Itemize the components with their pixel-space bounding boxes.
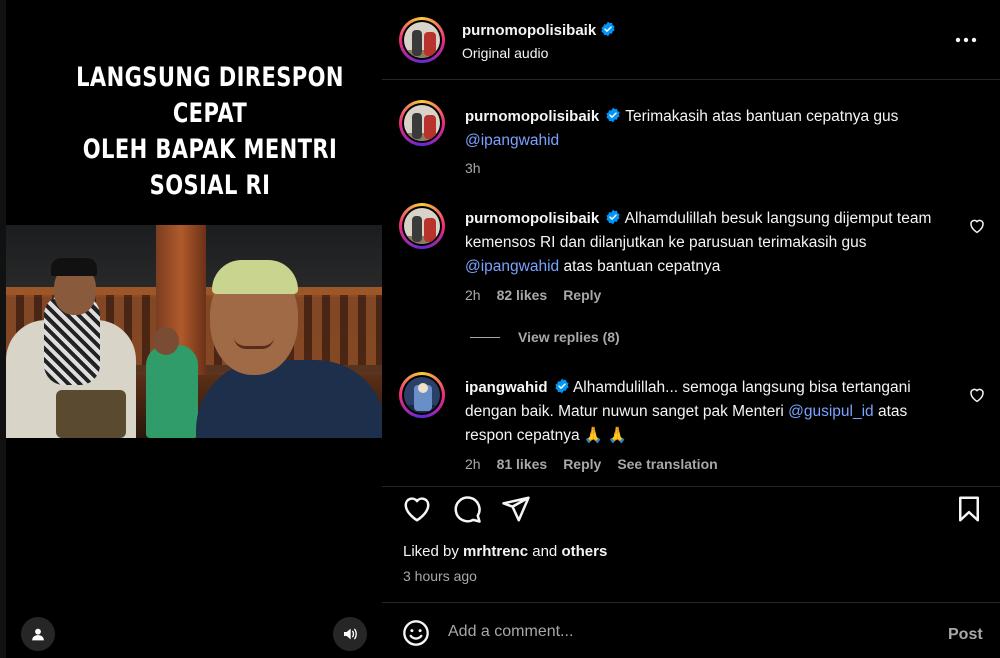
post-header: purnomopolisibaik Original audio [382, 0, 1000, 80]
comment-avatar[interactable] [399, 372, 445, 418]
bookmark-icon[interactable] [954, 494, 984, 524]
post-actions [382, 486, 1000, 526]
video-caption: LANGSUNG DIRESPON CEPAT OLEH BAPAK MENTR… [62, 60, 358, 204]
comment-body: Terimakasih atas bantuan cepatnya gus [625, 108, 899, 125]
caption-line-1: LANGSUNG DIRESPON CEPAT [76, 62, 344, 129]
divider [470, 336, 500, 338]
comment-avatar[interactable] [399, 203, 445, 249]
tagged-users-button[interactable] [21, 617, 55, 651]
liked-by-summary: Liked by mrhtrenc and others [403, 543, 608, 560]
post-details-panel: purnomopolisibaik Original audio purnomo… [382, 0, 1000, 658]
comment-icon[interactable] [452, 494, 482, 524]
comment-username[interactable]: purnomopolisibaik [465, 108, 599, 125]
verified-icon [606, 209, 620, 225]
comment-meta: 2h 81 likes Reply See translation [465, 456, 718, 472]
send-icon[interactable] [501, 494, 531, 524]
comment-time[interactable]: 3h [465, 160, 481, 176]
comment-text: ipangwahid Alhamdulillah... semoga langs… [465, 378, 911, 444]
comment-likes[interactable]: 81 likes [497, 456, 548, 472]
comment-input[interactable] [448, 617, 918, 647]
comment-text: purnomopolisibaik Alhamdulillah besuk la… [465, 209, 932, 275]
liked-by-user[interactable]: mrhtrenc [463, 543, 528, 560]
emoji-icon[interactable] [402, 619, 430, 647]
user-icon [32, 628, 44, 641]
comment-likes[interactable]: 82 likes [497, 287, 548, 303]
post-comment-button[interactable]: Post [948, 626, 983, 644]
caption-line-2: OLEH BAPAK MENTRI SOSIAL RI [82, 134, 338, 201]
comment-username[interactable]: purnomopolisibaik [465, 210, 599, 227]
add-comment-bar: Post [382, 602, 1000, 658]
mention-link[interactable]: @ipangwahid [465, 258, 559, 275]
post-media[interactable]: LANGSUNG DIRESPON CEPAT OLEH BAPAK MENTR… [0, 0, 382, 658]
comment-time[interactable]: 2h [465, 456, 481, 472]
view-replies-button[interactable]: View replies (8) [470, 329, 620, 345]
more-options-button[interactable] [948, 28, 984, 52]
reply-button[interactable]: Reply [563, 456, 601, 472]
comment-avatar[interactable] [399, 100, 445, 146]
more-horizontal-icon [955, 37, 977, 43]
heart-icon[interactable] [968, 386, 986, 404]
see-translation-button[interactable]: See translation [617, 456, 717, 472]
verified-icon [601, 21, 615, 37]
comment-username[interactable]: ipangwahid [465, 379, 548, 396]
comment-text: purnomopolisibaik Terimakasih atas bantu… [465, 105, 935, 153]
post-timestamp[interactable]: 3 hours ago [403, 568, 477, 584]
heart-icon[interactable] [968, 217, 986, 235]
original-audio-link[interactable]: Original audio [462, 45, 548, 61]
mention-link[interactable]: @ipangwahid [465, 132, 559, 149]
liked-by-others[interactable]: others [561, 543, 607, 560]
sound-toggle-button[interactable] [333, 617, 367, 651]
comment-meta: 2h 82 likes Reply [465, 287, 601, 303]
verified-icon [606, 107, 620, 123]
reply-button[interactable]: Reply [563, 287, 601, 303]
heart-icon[interactable] [402, 494, 432, 524]
video-frame[interactable] [6, 225, 382, 438]
mention-link[interactable]: @gusipul_id [788, 403, 874, 420]
comment-time[interactable]: 2h [465, 287, 481, 303]
view-replies-label: View replies (8) [518, 329, 620, 345]
verified-icon [554, 378, 569, 394]
author-username[interactable]: purnomopolisibaik [462, 22, 596, 39]
speaker-icon [344, 628, 357, 640]
comment-meta: 3h [465, 160, 481, 176]
author-avatar[interactable] [399, 17, 445, 63]
